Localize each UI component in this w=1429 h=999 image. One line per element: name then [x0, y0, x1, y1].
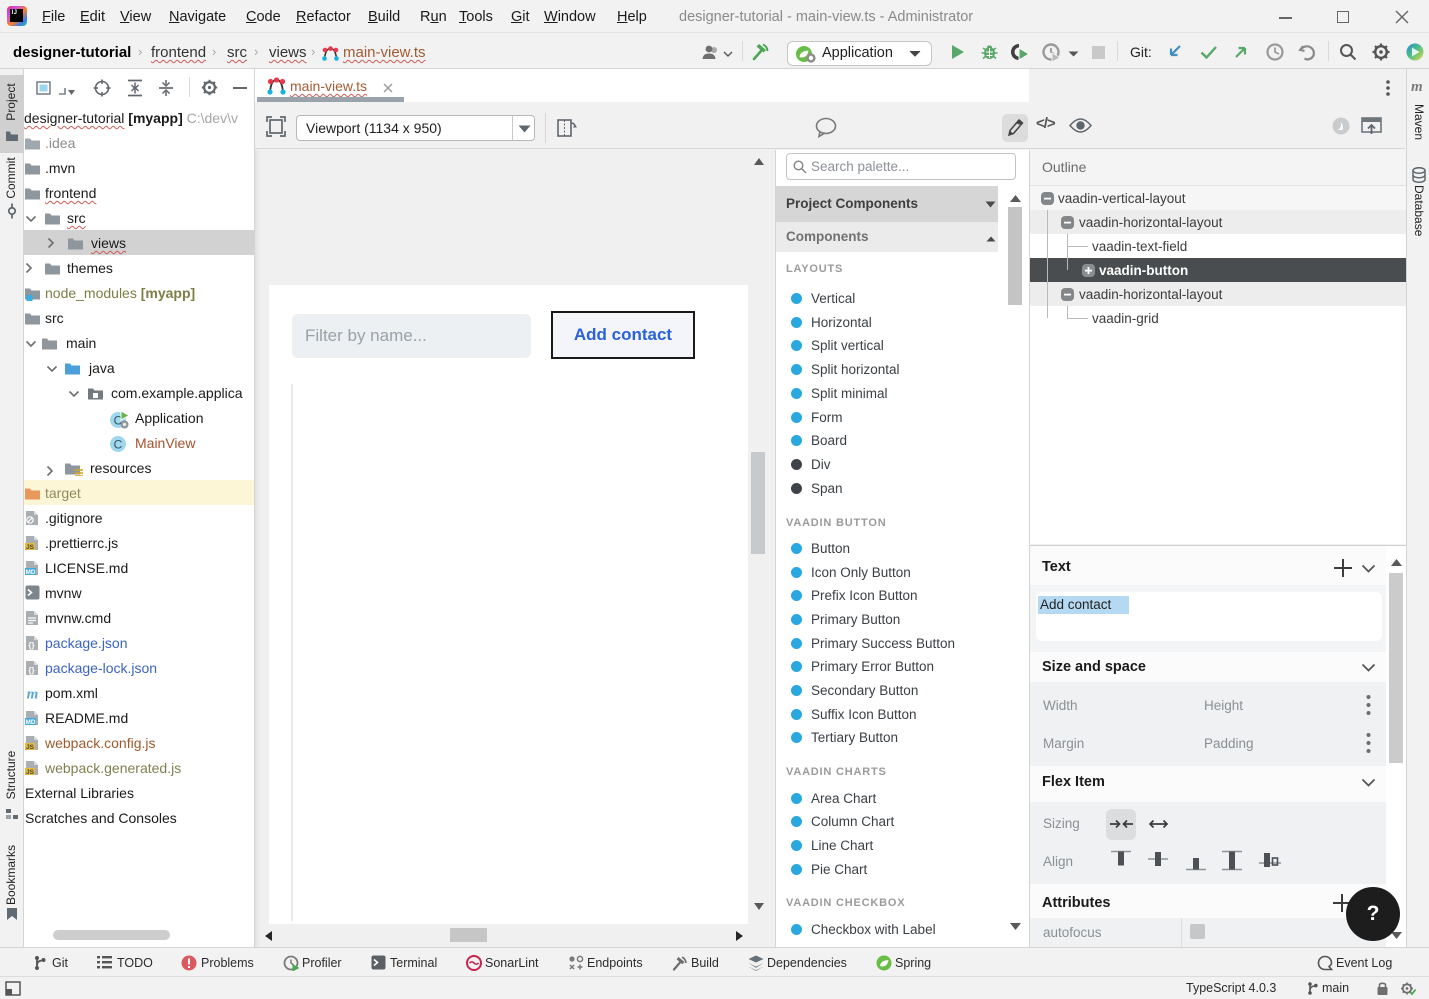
svg-text:MD: MD — [25, 719, 35, 726]
svg-text:{}: {} — [28, 641, 34, 650]
svg-text:MD: MD — [25, 569, 35, 576]
svg-text:JS: JS — [26, 744, 35, 751]
svg-text:C: C — [114, 438, 123, 452]
svg-text:{}: {} — [28, 666, 34, 675]
svg-text:JS: JS — [26, 769, 35, 776]
svg-text:JS: JS — [26, 544, 35, 551]
svg-text:m: m — [27, 687, 39, 700]
